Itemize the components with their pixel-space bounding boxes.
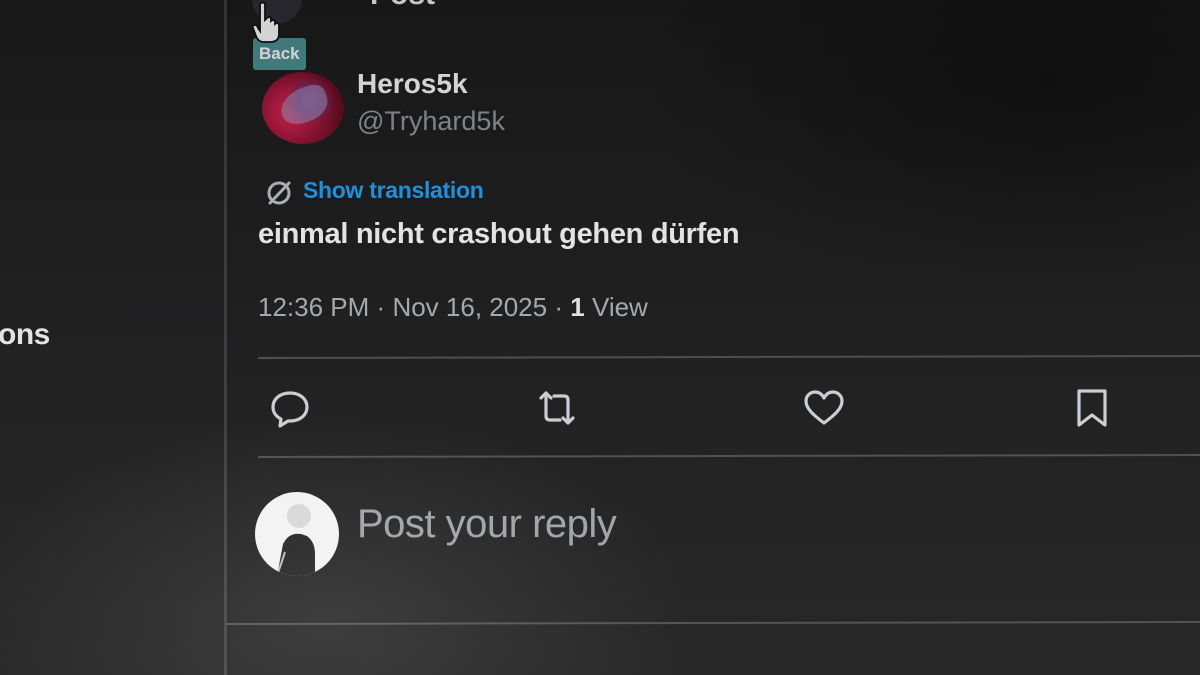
default-avatar-icon [276, 504, 315, 576]
repost-arrows-icon [539, 391, 575, 425]
avatar-artwork [275, 81, 333, 129]
user-avatar[interactable] [255, 492, 339, 576]
translate-icon [267, 181, 291, 205]
column-border-left [224, 0, 227, 675]
author-avatar[interactable] [262, 72, 344, 144]
show-translation-link[interactable]: Show translation [303, 177, 484, 204]
view-count: 1 [570, 292, 585, 322]
like-button[interactable] [802, 386, 846, 430]
hand-cursor-icon [251, 1, 280, 43]
author-handle[interactable]: @Tryhard5k [357, 106, 505, 137]
post-detail-column [230, 0, 1200, 675]
view-label: View [591, 292, 648, 322]
bookmark-button[interactable] [1070, 386, 1114, 430]
post-meta: 12:36 PM · Nov 16, 2025 · 1 View [258, 292, 648, 323]
page-title: Post [370, 0, 435, 12]
heart-icon [804, 390, 844, 425]
meta-separator: · [554, 292, 564, 322]
left-sidebar: ons [0, 0, 224, 675]
post-date[interactable]: Nov 16, 2025 [392, 292, 547, 322]
post-time[interactable]: 12:36 PM [258, 292, 369, 322]
author-display-name[interactable]: Heros5k [357, 68, 468, 100]
sidebar-item-label[interactable]: ons [0, 318, 50, 352]
repost-button[interactable] [535, 386, 579, 430]
reply-input[interactable]: Post your reply [357, 502, 617, 547]
speech-bubble-icon [271, 391, 309, 428]
post-text: einmal nicht crashout gehen dürfen [258, 218, 740, 250]
bookmark-icon [1077, 389, 1107, 427]
reply-button[interactable] [268, 386, 312, 430]
meta-separator: · [376, 292, 386, 322]
